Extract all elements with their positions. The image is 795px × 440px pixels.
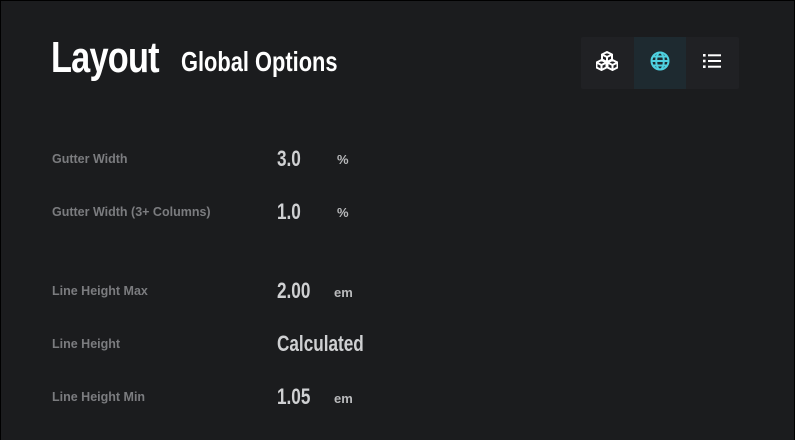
page-title: Layout: [51, 33, 160, 82]
line-height-min-value[interactable]: 1.05: [277, 384, 310, 410]
globe-icon: [650, 51, 670, 76]
boxes-icon: [595, 50, 619, 76]
line-height-value[interactable]: Calculated: [277, 331, 364, 357]
gutter-width-label: Gutter Width: [52, 152, 128, 166]
global-view-button[interactable]: [633, 37, 687, 89]
blocks-view-button[interactable]: [581, 37, 634, 89]
gutter-width-3plus-label: Gutter Width (3+ Columns): [52, 205, 211, 219]
page-subtitle: Global Options: [181, 46, 338, 77]
line-height-label: Line Height: [52, 337, 121, 351]
gutter-width-3plus-value[interactable]: 1.0: [277, 199, 301, 225]
line-height-max-value[interactable]: 2.00: [277, 278, 310, 304]
line-height-max-unit: em: [334, 285, 353, 300]
line-height-min-label: Line Height Min: [52, 390, 146, 404]
global-options-panel: Layout Global Options Gutter Width 3.0 %…: [1, 1, 794, 440]
gutter-width-value[interactable]: 3.0: [277, 146, 301, 172]
line-height-max-label: Line Height Max: [52, 284, 148, 298]
view-toggle-group: [581, 37, 739, 89]
line-height-min-unit: em: [334, 391, 353, 406]
gutter-width-3plus-unit: %: [337, 205, 349, 220]
list-view-button[interactable]: [686, 37, 739, 89]
gutter-width-unit: %: [337, 152, 349, 167]
list-icon: [702, 53, 722, 74]
